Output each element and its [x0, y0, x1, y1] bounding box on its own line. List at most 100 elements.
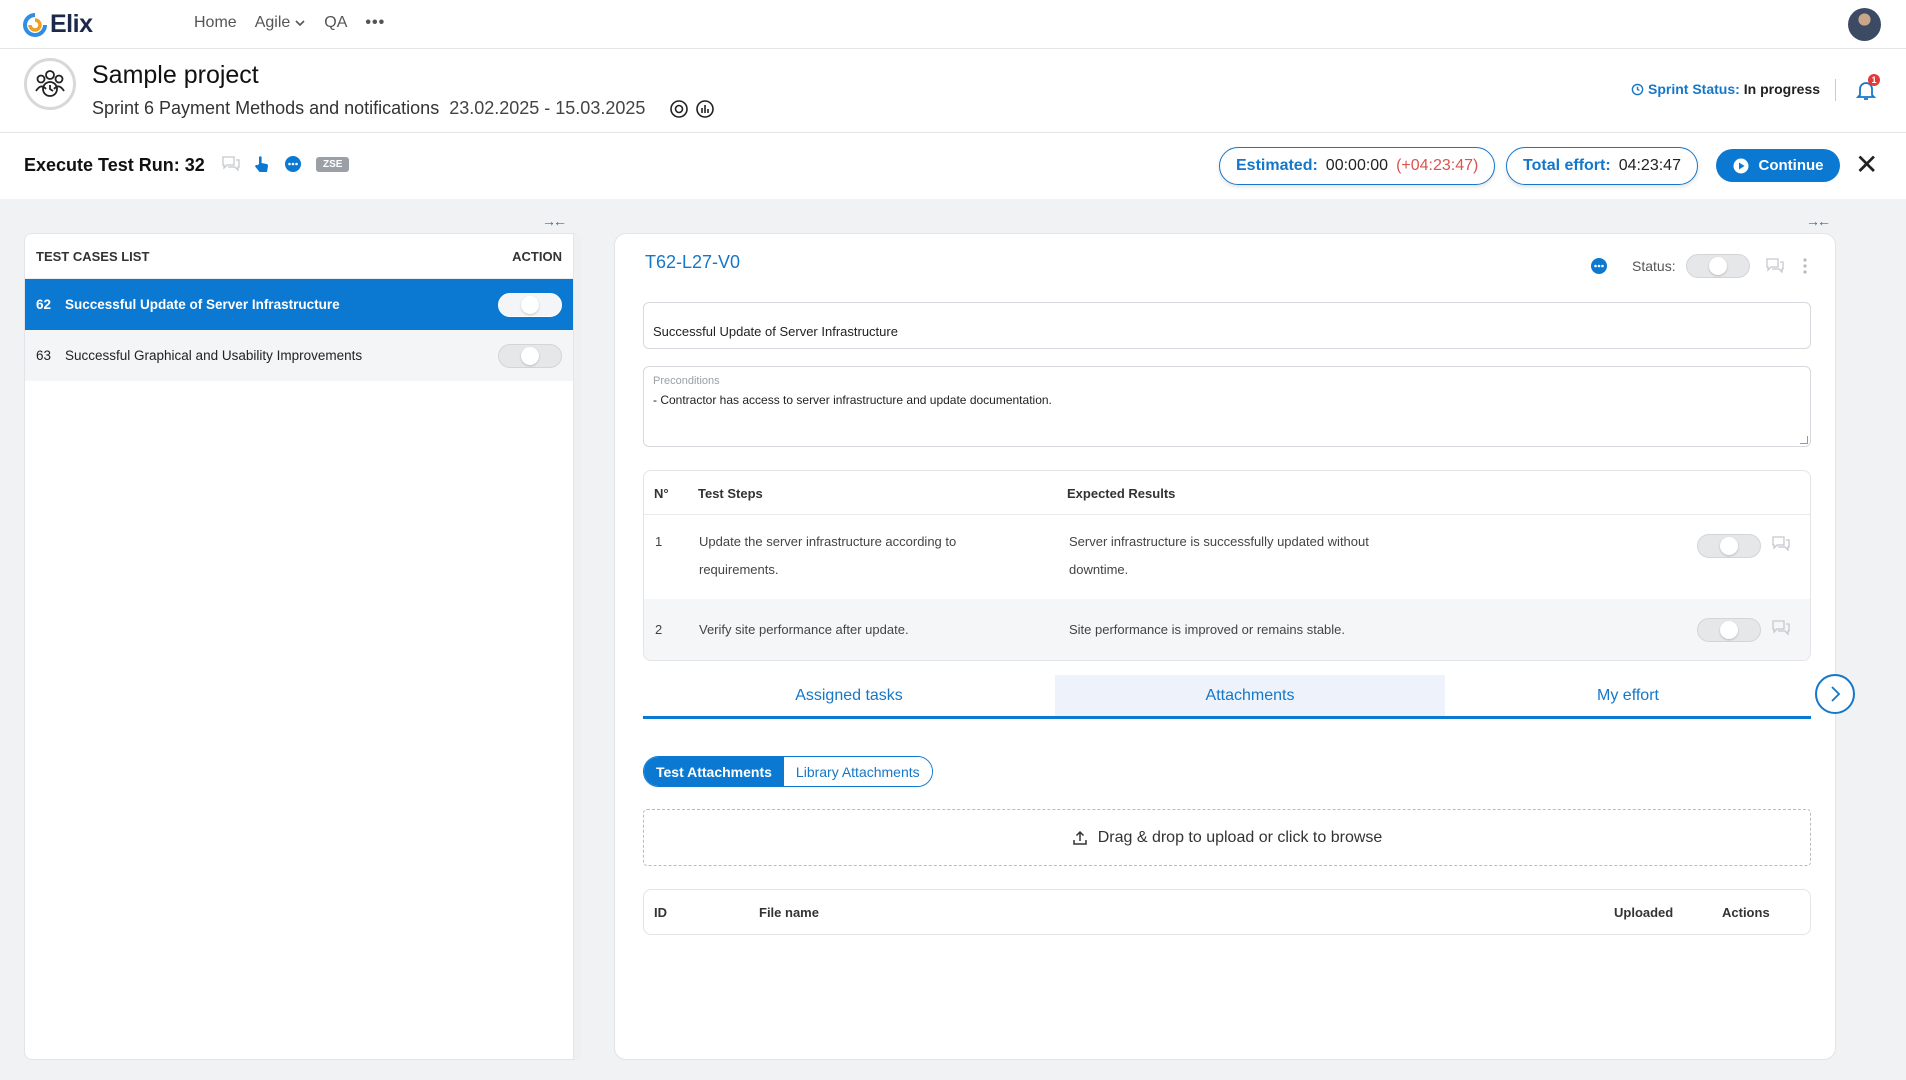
step-number: 2 [655, 622, 663, 637]
user-avatar[interactable] [1848, 8, 1881, 41]
nav-agile-label: Agile [254, 14, 291, 31]
more-circle-icon[interactable] [284, 155, 302, 173]
dropzone-text: Drag & drop to upload or click to browse [1097, 828, 1383, 846]
test-case-number: 62 [36, 297, 52, 312]
test-cases-header-action: ACTION [512, 248, 562, 264]
nav-agile[interactable]: Agile [255, 14, 307, 32]
nav-qa[interactable]: QA [324, 14, 347, 32]
expected-text-line1: Site performance is improved or remains … [1069, 622, 1346, 637]
step-status-toggle[interactable] [1697, 534, 1761, 558]
preconditions-field[interactable]: Preconditions - Contractor has access to… [643, 366, 1811, 447]
app-logo[interactable]: Elix [22, 10, 93, 39]
tab-my-effort[interactable]: My effort [1445, 675, 1811, 716]
detail-status-area: Status: [1590, 254, 1808, 278]
step-text-line1: Update the server infrastructure accordi… [699, 534, 957, 549]
attachments-header-id: ID [654, 905, 667, 920]
close-icon[interactable]: ✕ [1855, 151, 1878, 179]
sprint-goal-icon[interactable] [669, 99, 689, 119]
test-case-row[interactable]: 62 Successful Update of Server Infrastru… [25, 279, 573, 330]
detail-status-toggle[interactable] [1685, 254, 1750, 278]
continue-label: Continue [1758, 157, 1824, 174]
step-status-toggle[interactable] [1697, 618, 1761, 642]
clock-icon [1631, 83, 1644, 95]
status-label: Status: [1632, 258, 1676, 274]
estimated-label: Estimated: [1236, 157, 1318, 174]
upload-icon [1072, 830, 1087, 845]
kebab-menu-icon[interactable] [1802, 257, 1808, 275]
continue-button[interactable]: Continue [1716, 149, 1840, 182]
run-title: Execute Test Run: 32 [24, 155, 205, 175]
test-attachments-button[interactable]: Test Attachments [644, 757, 784, 786]
comments-icon[interactable] [222, 156, 240, 172]
app-name: Elix [50, 10, 93, 38]
sprint-info: Sprint 6 Payment Methods and notificatio… [92, 98, 715, 119]
tabs-next-button[interactable] [1815, 674, 1855, 714]
step-comment-icon[interactable] [1772, 536, 1790, 552]
total-effort-pill: Total effort: 04:23:47 [1506, 147, 1698, 185]
test-step-row: 1 Update the server infrastructure accor… [644, 515, 1810, 599]
sprint-status-label: Sprint Status: [1648, 81, 1740, 97]
steps-header-steps: Test Steps [698, 486, 763, 501]
resize-handle[interactable] [1800, 436, 1808, 444]
main-nav: Home Agile QA ••• [194, 14, 385, 32]
tab-attachments[interactable]: Attachments [1055, 675, 1445, 716]
sprint-chart-icon[interactable] [695, 99, 715, 119]
estimated-overrun: (+04:23:47) [1396, 157, 1479, 174]
zse-badge: ZSE [316, 156, 350, 172]
comments-icon[interactable] [1765, 258, 1784, 274]
tab-assigned-tasks[interactable]: Assigned tasks [643, 675, 1055, 716]
total-effort-value: 04:23:47 [1618, 157, 1681, 174]
project-avatar [24, 58, 76, 110]
step-comment-icon[interactable] [1772, 620, 1790, 636]
test-case-row[interactable]: 63 Successful Graphical and Usability Im… [25, 330, 573, 381]
test-steps-table: N° Test Steps Expected Results 1 Update … [643, 470, 1811, 661]
test-cases-header-title: TEST CASES LIST [36, 248, 150, 264]
chevron-down-icon [295, 20, 305, 27]
steps-header-expected: Expected Results [1067, 486, 1176, 501]
header-divider [1835, 79, 1836, 101]
test-steps-header: N° Test Steps Expected Results [644, 471, 1810, 515]
pointer-hand-icon[interactable] [254, 155, 270, 173]
elix-logo-icon [23, 12, 47, 37]
step-text-line1: Verify site performance after update. [699, 622, 909, 637]
test-case-name: Successful Graphical and Usability Impro… [65, 348, 363, 363]
sprint-status-value: In progress [1743, 81, 1821, 97]
preconditions-value: - Contractor has access to server infras… [653, 393, 1052, 407]
more-circle-icon[interactable] [1590, 257, 1608, 275]
test-case-number: 63 [36, 348, 52, 363]
upload-dropzone[interactable]: Drag & drop to upload or click to browse [643, 809, 1811, 866]
attachments-header-actions: Actions [1722, 905, 1770, 920]
team-icon [35, 70, 65, 97]
attachments-header-file: File name [759, 905, 819, 920]
test-cases-panel: TEST CASES LIST ACTION 62 Successful Upd… [24, 233, 581, 1060]
step-number: 1 [655, 534, 663, 549]
test-step-row: 2 Verify site performance after update. … [644, 599, 1810, 660]
sprint-dates: 23.02.2025 - 15.03.2025 [449, 98, 646, 118]
more-menu-icon[interactable]: ••• [365, 14, 385, 32]
detail-tabs: Assigned tasks Attachments My effort [643, 675, 1811, 719]
chevron-right-icon [1831, 686, 1841, 702]
nav-home[interactable]: Home [194, 14, 237, 32]
project-title: Sample project [92, 61, 259, 89]
test-case-name: Successful Update of Server Infrastructu… [65, 297, 340, 312]
collapse-left-icon[interactable]: →← [542, 213, 567, 229]
test-cases-scrollbar[interactable] [573, 234, 581, 1059]
run-toolbar: Execute Test Run: 32 ZSE Estimated: 00:0… [0, 133, 1906, 199]
sprint-actions [669, 99, 715, 119]
attachments-header-uploaded: Uploaded [1614, 905, 1674, 920]
test-case-status-toggle[interactable] [498, 343, 562, 368]
sprint-name: Sprint 6 Payment Methods and notificatio… [92, 98, 440, 118]
test-case-detail-panel: T62-L27-V0 Status: Successful Update of … [614, 233, 1855, 1060]
step-text-line2: requirements. [699, 562, 779, 577]
collapse-right-icon[interactable]: →← [1806, 213, 1831, 229]
estimated-pill: Estimated: 00:00:00 (+04:23:47) [1219, 147, 1496, 185]
test-cases-header: TEST CASES LIST ACTION [25, 234, 573, 279]
expected-text-line2: downtime. [1069, 562, 1129, 577]
project-header: Sample project Sprint 6 Payment Methods … [0, 49, 1906, 133]
library-attachments-button[interactable]: Library Attachments [783, 757, 932, 786]
test-case-title-field[interactable]: Successful Update of Server Infrastructu… [643, 302, 1811, 349]
play-icon [1733, 158, 1748, 173]
test-case-status-toggle[interactable] [498, 292, 562, 317]
top-navbar: Elix Home Agile QA ••• [0, 0, 1906, 49]
notification-badge: 1 [1868, 74, 1880, 86]
